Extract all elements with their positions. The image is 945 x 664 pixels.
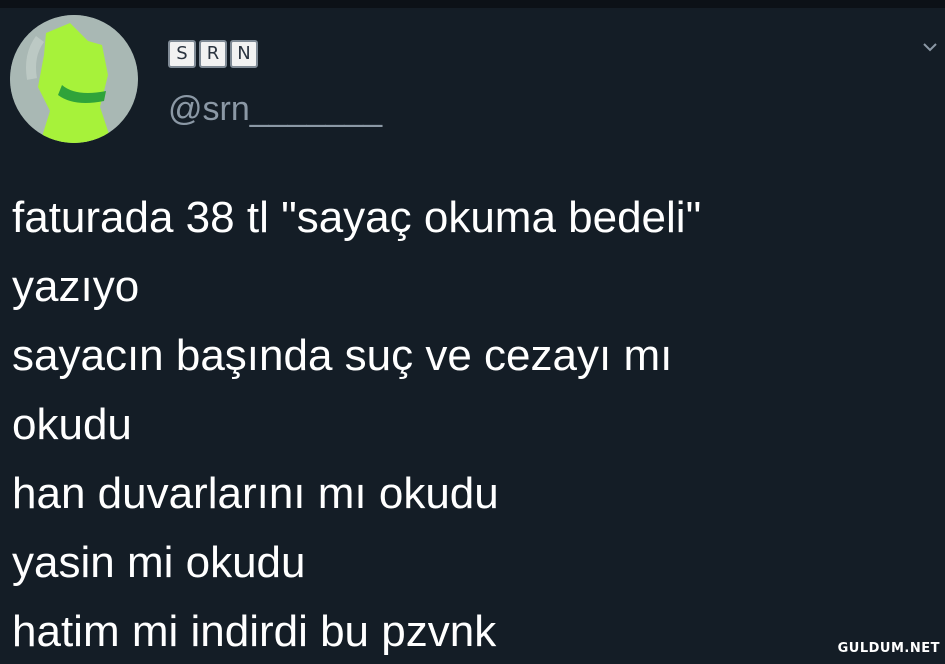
name-badge-letter: R xyxy=(199,40,227,68)
watermark: GULDUM.NET xyxy=(837,641,940,656)
user-handle[interactable]: @srn_______ xyxy=(168,89,382,129)
tweet-line: han duvarlarını mı okudu xyxy=(12,469,499,518)
tweet-line: yasin mi okudu xyxy=(12,538,306,587)
name-badge-letter: N xyxy=(230,40,258,68)
tweet-line: okudu xyxy=(12,400,132,449)
avatar-image xyxy=(10,15,138,143)
avatar[interactable] xyxy=(10,15,138,143)
tweet-line: sayacın başında suç ve cezayı mı xyxy=(12,331,673,380)
chevron-down-icon[interactable] xyxy=(921,38,939,56)
tweet-line: hatim mi indirdi bu pzvnk xyxy=(12,607,497,656)
display-name[interactable]: S R N xyxy=(168,40,258,68)
top-edge xyxy=(0,0,945,8)
tweet-line: faturada 38 tl "sayaç okuma bedeli" xyxy=(12,193,702,242)
name-badge-letter: S xyxy=(168,40,196,68)
tweet-text: faturada 38 tl "sayaç okuma bedeli" yazı… xyxy=(12,183,912,664)
tweet-line: yazıyo xyxy=(12,262,140,311)
